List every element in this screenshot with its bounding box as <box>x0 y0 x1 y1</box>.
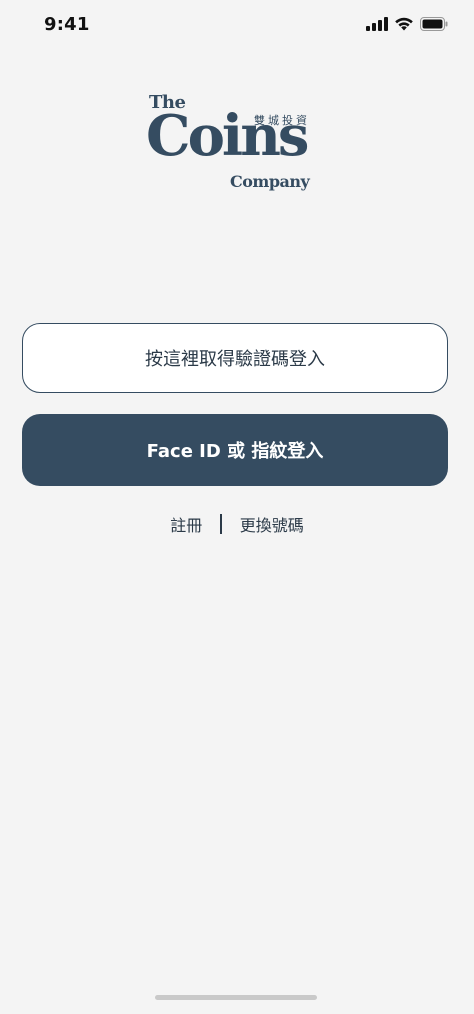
logo-company: Company <box>230 172 310 191</box>
otp-login-button[interactable]: 按這裡取得驗證碼登入 <box>22 323 448 393</box>
status-icons <box>366 17 448 31</box>
status-time: 9:41 <box>44 14 90 35</box>
home-indicator[interactable] <box>155 995 317 1000</box>
auth-links: 註冊 更換號碼 <box>0 510 474 538</box>
cellular-signal-icon <box>366 17 388 31</box>
faceid-login-button[interactable]: Face ID 或 指紋登入 <box>22 414 448 486</box>
login-screen: 9:41 The Coins 雙城投資 Company 按這裡取得驗證碼登入 F… <box>0 0 474 1014</box>
status-bar: 9:41 <box>0 0 474 50</box>
links-divider <box>220 514 222 534</box>
battery-icon <box>420 17 448 31</box>
wifi-icon <box>395 17 413 31</box>
logo-cjk: 雙城投資 <box>254 114 310 127</box>
register-link[interactable]: 註冊 <box>168 510 204 538</box>
change-number-link[interactable]: 更換號碼 <box>238 510 306 538</box>
company-logo: The Coins 雙城投資 Company <box>146 92 326 196</box>
